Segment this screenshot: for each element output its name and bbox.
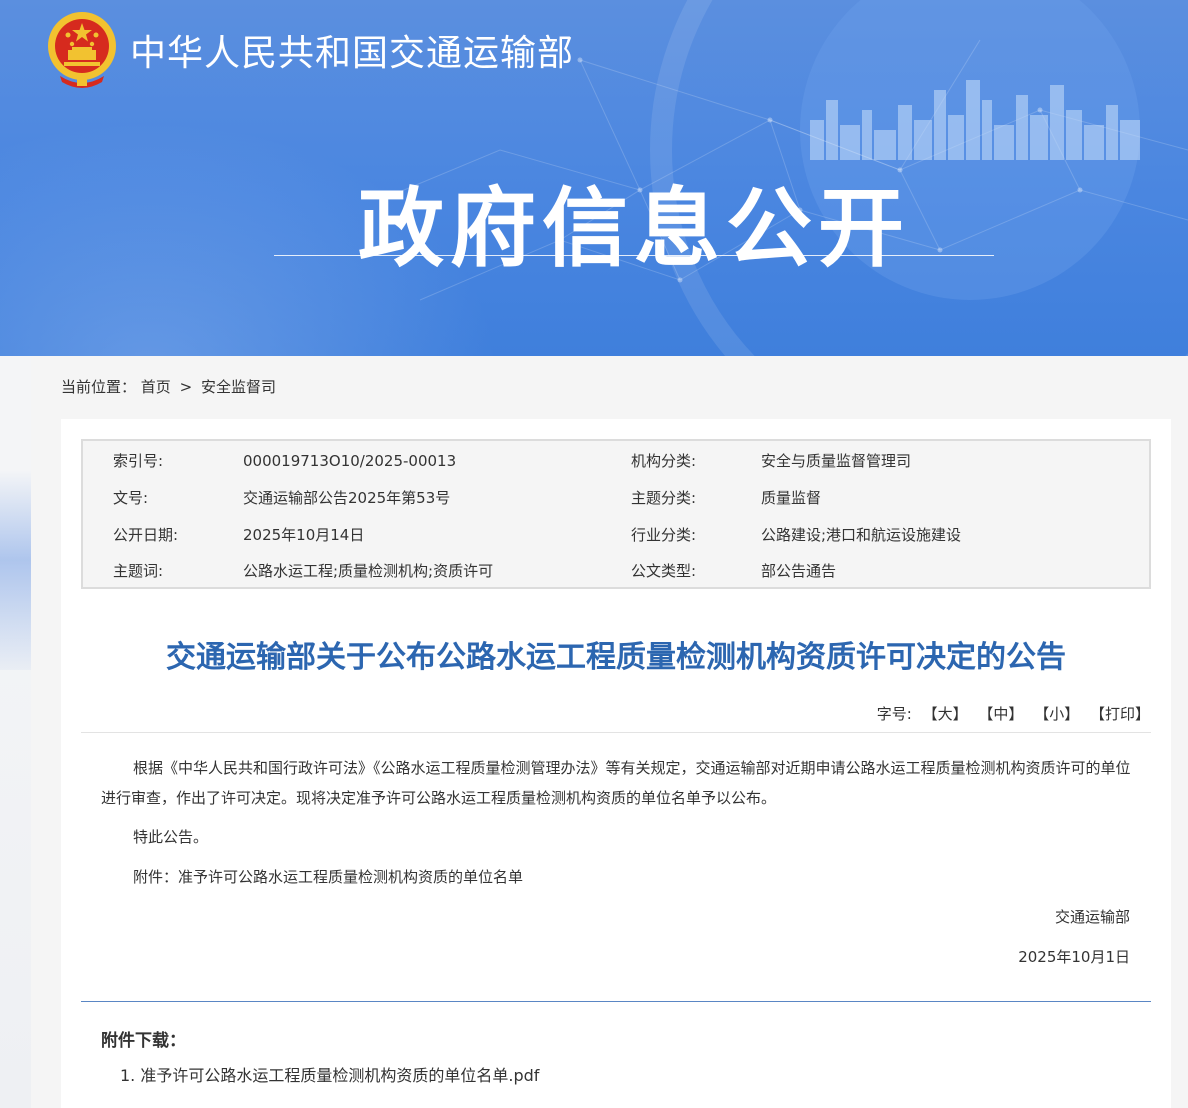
meta-value: 公路建设;港口和航运设施建设: [761, 526, 962, 544]
hero-underline: [274, 255, 994, 256]
download-link-pdf[interactable]: 准予许可公路水运工程质量检测机构资质的单位名单.pdf: [140, 1066, 539, 1085]
meta-value: 安全与质量监督管理司: [761, 452, 912, 470]
breadcrumb: 当前位置： 首页 > 安全监督司: [61, 376, 276, 398]
meta-key: 文号:: [113, 489, 149, 507]
hero-title: 政府信息公开: [358, 179, 910, 279]
site-title[interactable]: 中华人民共和国交通运输部: [130, 24, 574, 76]
font-size-label: 字号:: [876, 705, 912, 723]
download-item: 1. 准予许可公路水运工程质量检测机构资质的单位名单.pdf: [120, 1062, 539, 1086]
font-small-button[interactable]: 【小】: [1034, 705, 1079, 723]
divider-blue: [81, 1001, 1151, 1002]
font-large-button[interactable]: 【大】: [923, 705, 968, 723]
breadcrumb-current-link[interactable]: 安全监督司: [201, 378, 276, 396]
meta-value: 质量监督: [761, 489, 822, 507]
meta-value: 公路水运工程;质量检测机构;资质许可: [243, 562, 494, 580]
meta-key: 公文类型:: [631, 562, 697, 580]
signature: 交通运输部: [1054, 908, 1130, 926]
print-button[interactable]: 【打印】: [1090, 705, 1150, 723]
meta-value: 部公告通告: [761, 562, 837, 580]
meta-key: 主题分类:: [631, 489, 697, 507]
meta-key: 行业分类:: [631, 526, 697, 544]
national-emblem-icon: [48, 12, 116, 88]
article-paragraph: 根据《中华人民共和国行政许可法》《公路水运工程质量检测管理办法》等有关规定，交通…: [101, 759, 1131, 807]
meta-row: 公开日期: 2025年10月14日 行业分类: 公路建设;港口和航运设施建设: [83, 517, 1149, 554]
downloads-title: 附件下载：: [101, 1031, 186, 1051]
article-paragraph: 特此公告。: [133, 828, 209, 846]
meta-key: 主题词:: [113, 562, 164, 580]
attachment-note: 附件：准予许可公路水运工程质量检测机构资质的单位名单: [133, 868, 524, 886]
meta-row: 文号: 交通运输部公告2025年第53号 主题分类: 质量监督: [83, 480, 1149, 517]
meta-value: 2025年10月14日: [243, 526, 365, 544]
meta-value: 000019713O10/2025-00013: [243, 452, 457, 470]
download-index: 1.: [120, 1066, 136, 1085]
header-banner: 中华人民共和国交通运输部 政府信息公开: [0, 0, 1188, 356]
meta-key: 公开日期:: [113, 526, 179, 544]
signature-date: 2025年10月1日: [1018, 948, 1130, 966]
meta-key: 索引号:: [113, 452, 164, 470]
font-size-tools: 字号: 【大】 【中】 【小】 【打印】: [877, 703, 1150, 724]
breadcrumb-separator: >: [179, 378, 193, 396]
breadcrumb-label: 当前位置：: [61, 378, 137, 396]
meta-key: 机构分类:: [631, 452, 697, 470]
city-skyline-decoration: [810, 80, 1140, 160]
meta-row: 索引号: 000019713O10/2025-00013 机构分类: 安全与质量…: [83, 443, 1149, 480]
meta-row: 主题词: 公路水运工程;质量检测机构;资质许可 公文类型: 部公告通告: [83, 553, 1149, 590]
breadcrumb-home-link[interactable]: 首页: [141, 378, 171, 396]
meta-value: 交通运输部公告2025年第53号: [243, 489, 451, 507]
meta-info-table: 索引号: 000019713O10/2025-00013 机构分类: 安全与质量…: [81, 439, 1151, 589]
font-medium-button[interactable]: 【中】: [978, 705, 1023, 723]
divider: [81, 732, 1151, 733]
article-title: 交通运输部关于公布公路水运工程质量检测机构资质许可决定的公告: [166, 640, 1066, 675]
